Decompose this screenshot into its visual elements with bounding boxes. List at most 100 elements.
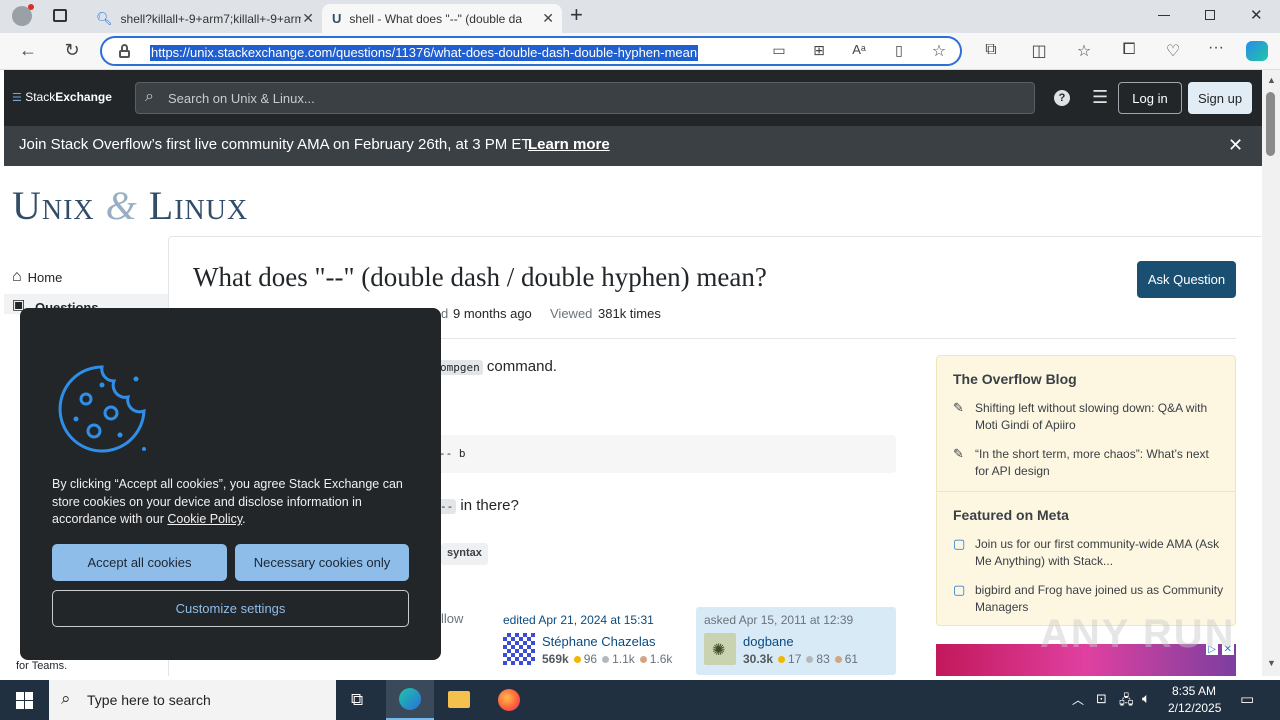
windows-taskbar: ⌕ Type here to search ⧉ ︿ ⊡ 🖧︎ 🔈︎ 8:35 A… [0,680,1280,720]
cookie-consent-dialog: By clicking “Accept all cookies”, you ag… [20,308,441,660]
overflow-blog-heading: The Overflow Blog [953,371,1077,387]
new-tab-button[interactable]: + [570,2,583,28]
customize-settings-button[interactable]: Customize settings [52,590,409,627]
lock-icon[interactable] [119,44,130,58]
notifications-icon[interactable]: ▭ [1240,690,1254,708]
viewed-label: Viewed [550,306,593,321]
more-menu-icon[interactable]: ··· [1205,39,1227,57]
editor-avatar[interactable] [503,633,535,665]
modified-value: 9 months ago [453,306,532,321]
tab-unix-question[interactable]: U shell - What does "--" (double da ✕ [322,4,562,33]
task-view-icon[interactable]: ⧉ [351,690,363,710]
question-title[interactable]: What does "--" (double dash / double hyp… [193,262,767,293]
cookie-policy-link[interactable]: Cookie Policy [167,512,242,526]
taskbar-search[interactable]: ⌕ Type here to search [49,680,336,720]
start-windows-icon[interactable] [16,692,33,709]
stackexchange-logo[interactable]: ☰ StackExchange [12,90,112,104]
tab-actions-icon[interactable] [53,9,67,22]
address-bar[interactable]: https://unix.stackexchange.com/questions… [100,36,962,66]
asker-reputation: 30.3k 17 83 61 [743,652,859,666]
unix-linux-favicon: U [332,11,342,26]
volume-icon[interactable]: 🔈︎ [1142,690,1150,707]
collections-icon[interactable]: ⧠ [1118,41,1140,59]
extensions-grid-icon[interactable]: ⊞ [808,42,830,59]
url-text[interactable]: https://unix.stackexchange.com/questions… [150,45,699,61]
tab-title: shell?killall+-9+arm7;killall+-9+arm [120,11,301,26]
clock-time[interactable]: 8:35 AM [1172,684,1216,698]
login-button[interactable]: Log in [1118,82,1182,114]
home-icon: ⌂ [12,268,22,285]
page-scrollbar[interactable]: ▲ ▼ [1262,70,1280,676]
site-search-input[interactable]: ⌕ Search on Unix & Linux... [135,82,1035,114]
scroll-thumb[interactable] [1266,92,1275,156]
asker-name[interactable]: dogbane [743,634,794,649]
editor-name[interactable]: Stéphane Chazelas [542,634,655,649]
meta-chat-icon: ▢ [953,536,966,551]
search-icon: ⌕ [145,88,154,105]
signup-button[interactable]: Sign up [1188,82,1252,114]
editor-card: edited Apr 21, 2024 at 15:31 Stéphane Ch… [495,607,695,675]
watermark: ANY RUN [1040,612,1236,656]
accept-all-cookies-button[interactable]: Accept all cookies [52,544,227,581]
edge-icon[interactable] [386,680,434,720]
meta-item-1[interactable]: Join us for our first community-wide AMA… [975,536,1225,570]
read-aloud-icon[interactable]: A͏ᵃ [848,42,870,57]
restore-icon[interactable] [1205,10,1215,20]
favorite-star-icon[interactable]: ☆ [928,41,950,61]
app-available-icon[interactable]: ▭ [768,42,790,59]
pencil-icon: ✎ [953,446,964,461]
copilot-icon[interactable] [1246,41,1268,61]
meta-item-2[interactable]: bigbird and Frog have joined us as Commu… [975,582,1225,616]
tray-device-icon[interactable]: ⊡ [1096,691,1107,707]
ask-question-button[interactable]: Ask Question [1137,261,1236,298]
widget-divider [937,491,1235,492]
performance-icon[interactable]: ♡ [1162,41,1184,61]
reader-view-icon[interactable]: ▯ [888,42,910,59]
asked-timestamp: asked Apr 15, 2011 at 12:39 [704,613,854,627]
close-banner-icon[interactable]: ✕ [1228,135,1243,156]
edited-timestamp[interactable]: edited Apr 21, 2024 at 15:31 [503,613,687,627]
address-toolbar: ← ↻ https://unix.stackexchange.com/quest… [0,33,1280,70]
follow-link[interactable]: llow [441,611,463,626]
extensions-icon[interactable]: ⧉ [980,41,1002,59]
close-window-icon[interactable]: ✕ [1250,6,1263,24]
asker-avatar[interactable]: ✺ [704,633,736,665]
minimize-icon[interactable] [1158,15,1170,16]
banner-learn-more-link[interactable]: Learn more [528,136,610,153]
teams-promo-text: for Teams. [16,660,68,672]
scroll-down-icon[interactable]: ▼ [1267,658,1276,668]
help-icon[interactable]: ? [1054,90,1070,106]
file-explorer-icon[interactable] [448,691,470,708]
question-body-line1: ompgen command. [437,358,557,375]
back-icon[interactable]: ← [17,40,39,61]
search-icon: ⌕ [61,689,71,708]
site-switcher-icon[interactable]: ☰ [1092,87,1108,108]
tab-title: shell - What does "--" (double da [349,11,522,26]
tag-syntax[interactable]: syntax [441,543,488,565]
blog-item-1[interactable]: Shifting left without slowing down: Q&A … [975,400,1225,434]
pencil-icon: ✎ [953,400,964,415]
split-screen-icon[interactable]: ◫ [1028,41,1050,61]
network-icon[interactable]: 🖧︎ [1119,691,1134,713]
banner-text: Join Stack Overflow’s first live communi… [19,136,534,153]
stackexchange-topbar: ☰ StackExchange ⌕ Search on Unix & Linux… [4,70,1262,126]
meta-chat-icon: ▢ [953,582,966,597]
question-body-line2: -- in there? [437,497,519,514]
necessary-cookies-button[interactable]: Necessary cookies only [235,544,409,581]
clock-date[interactable]: 2/12/2025 [1168,701,1221,715]
nav-home[interactable]: ⌂ Home [12,268,62,286]
scroll-up-icon[interactable]: ▲ [1267,75,1276,85]
close-tab-icon[interactable]: ✕ [302,10,314,27]
tab-shell-search[interactable]: 🔍︎ shell?killall+-9+arm7;killall+-9+arm … [86,4,322,33]
firefox-icon[interactable] [498,689,520,711]
close-tab-icon[interactable]: ✕ [542,10,554,27]
favorites-icon[interactable]: ☆ [1073,41,1095,61]
tray-chevron-icon[interactable]: ︿ [1072,691,1084,708]
refresh-icon[interactable]: ↻ [61,40,83,61]
blog-item-2[interactable]: “In the short term, more chaos”: What’s … [975,446,1225,480]
cookie-text: By clicking “Accept all cookies”, you ag… [52,477,403,526]
sidebar-widget: The Overflow Blog ✎ Shifting left withou… [936,355,1236,626]
featured-meta-heading: Featured on Meta [953,507,1069,523]
site-logo[interactable]: Unix & Linux [12,182,248,229]
editor-reputation: 569k 96 1.1k 1.6k [542,652,673,666]
